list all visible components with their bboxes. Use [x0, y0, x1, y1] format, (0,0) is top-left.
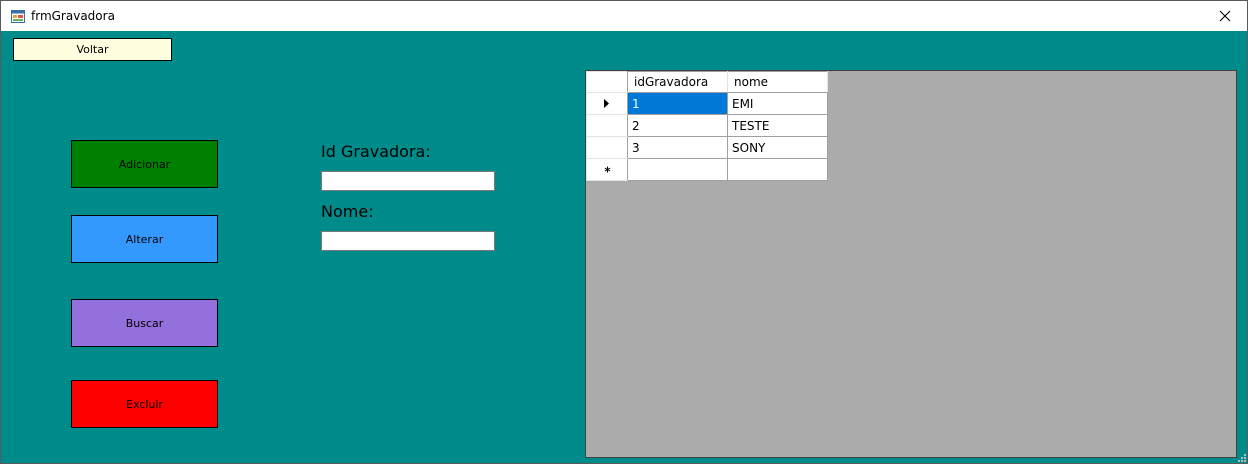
table-row[interactable]: 1 EMI: [586, 92, 828, 115]
current-row-arrow-icon: [604, 99, 609, 108]
cell-nome[interactable]: SONY: [727, 136, 828, 159]
row-header[interactable]: [586, 92, 628, 115]
grid-corner-header[interactable]: [586, 71, 628, 93]
cell-nome[interactable]: EMI: [727, 92, 828, 115]
row-header[interactable]: [586, 114, 628, 137]
close-button[interactable]: [1203, 1, 1247, 31]
window-title: frmGravadora: [31, 9, 115, 23]
column-header-nome[interactable]: nome: [727, 71, 828, 93]
row-header[interactable]: [586, 136, 628, 159]
excluir-button[interactable]: Excluir: [71, 380, 218, 428]
resize-grip-icon[interactable]: [1238, 454, 1246, 462]
nome-label: Nome:: [321, 202, 374, 221]
id-gravadora-input[interactable]: [321, 171, 495, 191]
new-cell-idgravadora[interactable]: [627, 158, 728, 181]
title-bar[interactable]: frmGravadora: [1, 1, 1247, 31]
cell-idgravadora[interactable]: 3: [627, 136, 728, 159]
grid-table: idGravadora nome 1 EMI 2 TESTE 3 SONY: [586, 71, 828, 181]
gravadora-data-grid[interactable]: idGravadora nome 1 EMI 2 TESTE 3 SONY: [585, 70, 1237, 458]
new-row-asterisk-icon: [604, 166, 610, 173]
cell-nome[interactable]: TESTE: [727, 114, 828, 137]
voltar-button[interactable]: Voltar: [13, 38, 172, 61]
nome-input[interactable]: [321, 231, 495, 251]
new-row[interactable]: [586, 158, 828, 181]
form-window: frmGravadora Voltar Adicionar Alterar Bu…: [0, 0, 1248, 464]
grid-header-row: idGravadora nome: [586, 71, 828, 93]
close-icon: [1219, 10, 1231, 22]
buscar-button[interactable]: Buscar: [71, 299, 218, 347]
alterar-button[interactable]: Alterar: [71, 215, 218, 263]
app-form-icon: [11, 10, 25, 23]
cell-idgravadora[interactable]: 2: [627, 114, 728, 137]
adicionar-button[interactable]: Adicionar: [71, 140, 218, 188]
cell-idgravadora[interactable]: 1: [627, 92, 728, 115]
id-gravadora-label: Id Gravadora:: [321, 142, 431, 161]
row-header[interactable]: [586, 158, 628, 181]
table-row[interactable]: 3 SONY: [586, 136, 828, 159]
column-header-idgravadora[interactable]: idGravadora: [627, 71, 728, 93]
new-cell-nome[interactable]: [727, 158, 828, 181]
table-row[interactable]: 2 TESTE: [586, 114, 828, 137]
